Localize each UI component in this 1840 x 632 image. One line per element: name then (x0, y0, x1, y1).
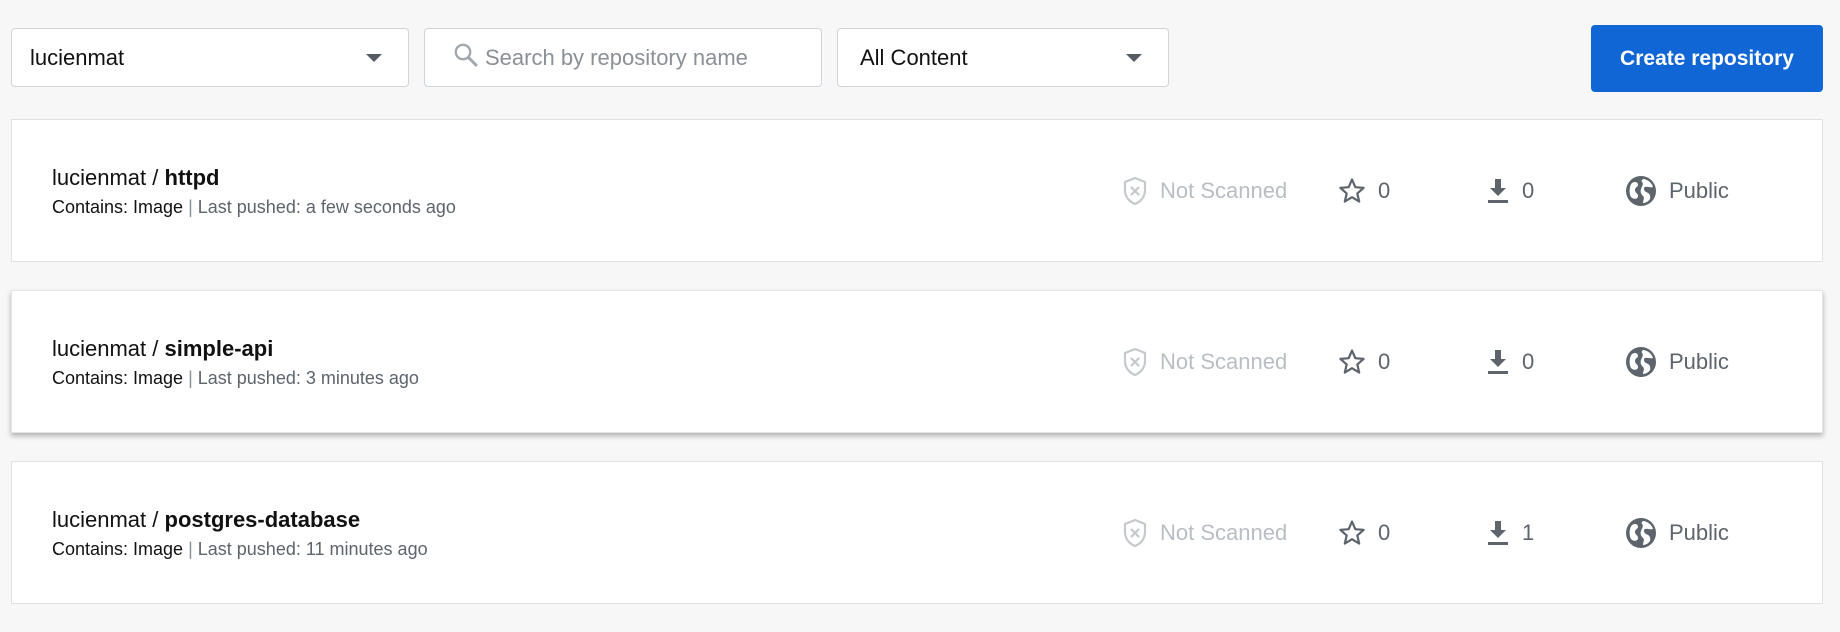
namespace-select-value: lucienmat (30, 44, 125, 70)
repository-namespace: lucienmat (52, 336, 147, 361)
repository-path-separator: / (146, 507, 165, 532)
scan-status: Not Scanned (1122, 291, 1287, 432)
search-icon (453, 42, 479, 73)
shield-x-icon (1122, 518, 1148, 548)
content-filter-value: All Content (860, 44, 968, 70)
scan-status: Not Scanned (1122, 120, 1287, 261)
star-count-value: 0 (1378, 348, 1391, 374)
scan-status-label: Not Scanned (1160, 519, 1288, 545)
repository-info: lucienmat / postgres-database Contains: … (52, 506, 428, 561)
repository-row[interactable]: lucienmat / httpd Contains: Image | Last… (11, 119, 1823, 262)
pull-count-value: 0 (1522, 177, 1535, 203)
repository-namespace: lucienmat (52, 507, 147, 532)
caret-down-icon[interactable] (366, 54, 382, 62)
pull-count-value: 1 (1522, 519, 1535, 545)
repository-content-type: Contains: Image (52, 368, 184, 388)
content-filter-select[interactable]: All Content (837, 28, 1169, 87)
repository-visibility: Public (1625, 291, 1729, 432)
star-icon (1338, 519, 1366, 547)
repository-content-type: Contains: Image (52, 197, 184, 217)
create-repository-button[interactable]: Create repository (1591, 25, 1823, 92)
repository-meta: Contains: Image | Last pushed: a few sec… (52, 195, 456, 219)
visibility-label: Public (1669, 348, 1729, 374)
pull-count-value: 0 (1522, 348, 1535, 374)
pull-count: 0 (1486, 291, 1534, 432)
caret-down-icon[interactable] (1126, 54, 1142, 62)
repository-name: postgres-database (164, 507, 361, 532)
meta-separator: | (183, 539, 198, 559)
star-count: 0 (1338, 120, 1390, 261)
repository-last-pushed: Last pushed: a few seconds ago (197, 197, 456, 217)
shield-x-icon (1122, 347, 1148, 377)
repository-title[interactable]: lucienmat / httpd (52, 164, 456, 192)
pull-count: 1 (1486, 462, 1534, 603)
repository-meta: Contains: Image | Last pushed: 3 minutes… (52, 366, 419, 390)
star-count: 0 (1338, 291, 1390, 432)
repository-row[interactable]: lucienmat / simple-api Contains: Image |… (11, 290, 1823, 433)
repository-path-separator: / (146, 336, 165, 361)
repository-name: simple-api (164, 336, 274, 361)
visibility-label: Public (1669, 177, 1729, 203)
star-count: 0 (1338, 462, 1390, 603)
meta-separator: | (183, 368, 198, 388)
shield-x-icon (1122, 176, 1148, 206)
download-icon (1486, 348, 1510, 376)
repository-last-pushed: Last pushed: 3 minutes ago (197, 368, 419, 388)
scan-status: Not Scanned (1122, 462, 1287, 603)
repository-title[interactable]: lucienmat / simple-api (52, 335, 419, 363)
repository-info: lucienmat / simple-api Contains: Image |… (52, 335, 419, 390)
repository-path-separator: / (146, 165, 165, 190)
repository-row[interactable]: lucienmat / postgres-database Contains: … (11, 461, 1823, 604)
scan-status-label: Not Scanned (1160, 177, 1288, 203)
download-icon (1486, 177, 1510, 205)
star-count-value: 0 (1378, 519, 1391, 545)
visibility-label: Public (1669, 519, 1729, 545)
pull-count: 0 (1486, 120, 1534, 261)
globe-icon (1625, 346, 1657, 378)
repository-toolbar: lucienmat All Content Create repository (11, 25, 1823, 92)
star-icon (1338, 177, 1366, 205)
star-icon (1338, 348, 1366, 376)
globe-icon (1625, 175, 1657, 207)
repository-list: lucienmat / httpd Contains: Image | Last… (11, 119, 1823, 632)
repository-name: httpd (164, 165, 220, 190)
repository-namespace: lucienmat (52, 165, 147, 190)
repository-visibility: Public (1625, 462, 1729, 603)
repository-meta: Contains: Image | Last pushed: 11 minute… (52, 537, 428, 561)
repository-title[interactable]: lucienmat / postgres-database (52, 506, 428, 534)
download-icon (1486, 519, 1510, 547)
repository-last-pushed: Last pushed: 11 minutes ago (197, 539, 428, 559)
globe-icon (1625, 517, 1657, 549)
namespace-select[interactable]: lucienmat (11, 28, 409, 87)
star-count-value: 0 (1378, 177, 1391, 203)
search-box[interactable] (424, 28, 822, 87)
search-input[interactable] (485, 44, 805, 71)
repository-info: lucienmat / httpd Contains: Image | Last… (52, 164, 456, 219)
repository-content-type: Contains: Image (52, 539, 184, 559)
meta-separator: | (183, 197, 198, 217)
scan-status-label: Not Scanned (1160, 348, 1288, 374)
repository-visibility: Public (1625, 120, 1729, 261)
